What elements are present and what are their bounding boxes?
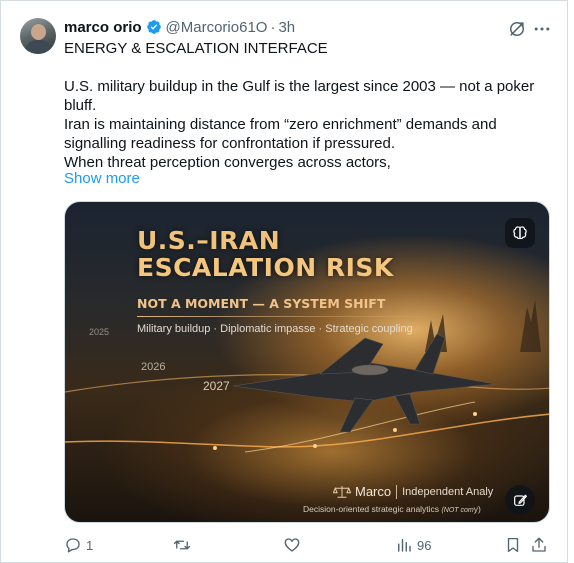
reply-icon [66, 538, 80, 553]
avatar[interactable] [20, 18, 56, 54]
views-icon [398, 539, 411, 552]
avatar-face [31, 24, 46, 40]
image-caption-small: (NOT com [441, 507, 474, 514]
more-icon[interactable] [532, 19, 552, 39]
action-bar: 1 96 [64, 534, 550, 556]
timestamp[interactable]: 3h [278, 19, 295, 36]
image-caption: Decision-oriented strategic analytics (N… [303, 504, 481, 514]
post-paragraph: U.S. military buildup in the Gulf is the… [64, 78, 535, 114]
post-paragraph: Iran is maintaining distance from “zero … [64, 116, 497, 152]
reply-count: 1 [86, 537, 94, 553]
like-button[interactable] [283, 534, 305, 556]
share-icon [532, 537, 546, 552]
edit-image-icon[interactable] [505, 485, 535, 515]
image-brand-name: Marco [355, 484, 392, 499]
handle[interactable]: @Marcorio61O [166, 19, 268, 36]
post-image[interactable]: U.S.–IRAN ESCALATION RISK NOT A MOMENT —… [64, 201, 550, 523]
reply-button[interactable]: 1 [64, 534, 93, 556]
image-year-label: 2026 [141, 361, 166, 373]
image-caption-tail: y) [473, 504, 481, 514]
share-button[interactable] [530, 534, 548, 556]
scales-icon [333, 485, 351, 498]
fighter-jet [232, 333, 496, 433]
avatar-shoulders [25, 40, 52, 54]
repost-button[interactable] [173, 534, 195, 556]
image-year-label: 2027 [203, 379, 230, 393]
bookmark-icon [507, 537, 519, 553]
image-brand-divider [396, 484, 398, 499]
image-caption-text: Decision-oriented strategic analytics [303, 504, 440, 514]
brain-icon[interactable] [505, 218, 535, 248]
image-subtitle-rule [137, 316, 437, 317]
image-year-label: 2025 [89, 327, 110, 337]
show-more-link[interactable]: Show more [64, 170, 140, 187]
image-brand: Marco Independent Analy [333, 484, 493, 499]
post-card[interactable]: marco orio @Marcorio61O · 3h ENERGY & ES… [0, 0, 568, 563]
grok-icon[interactable] [507, 19, 527, 39]
separator: · [270, 18, 276, 36]
image-brand-tagline: Independent Analy [402, 485, 494, 498]
post-header: marco orio @Marcorio61O · 3h [64, 18, 295, 36]
image-subtitle: NOT A MOMENT — A SYSTEM SHIFT [137, 296, 386, 311]
views-count: 96 [417, 537, 432, 553]
image-tags: Military buildup · Diplomatic impasse · … [137, 323, 413, 335]
display-name[interactable]: marco orio [64, 19, 142, 36]
verified-badge-icon [146, 20, 161, 34]
views-button[interactable]: 96 [395, 534, 431, 556]
image-title-line-1: U.S.–IRAN [137, 226, 281, 255]
post-heading: ENERGY & ESCALATION INTERFACE [64, 40, 328, 57]
repost-icon [173, 540, 191, 550]
bookmark-button[interactable] [504, 534, 522, 556]
like-icon [284, 538, 300, 552]
image-title-line-2: ESCALATION RISK [137, 253, 394, 282]
